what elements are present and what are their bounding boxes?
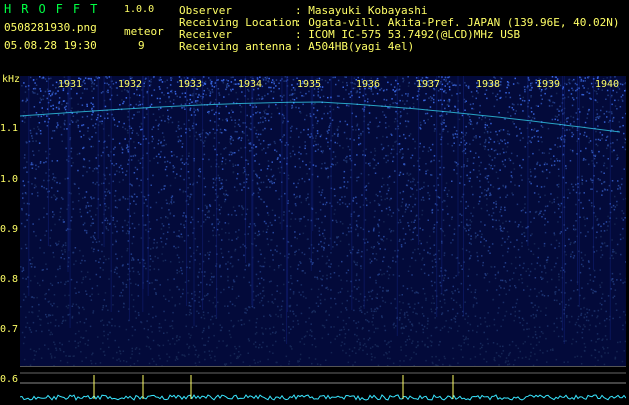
x-tick-1935: 1935: [297, 79, 321, 90]
x-tick-1936: 1936: [356, 79, 380, 90]
x-tick-1940: 1940: [595, 79, 619, 90]
y-tick-1-1: 1.1: [0, 123, 20, 134]
amplitude-strip: [20, 366, 626, 401]
app-version: 1.0.0: [124, 4, 154, 16]
y-tick-0-8: 0.8: [0, 274, 20, 285]
y-tick-0-6: 0.6: [0, 374, 20, 385]
amplitude-trace: [20, 367, 626, 401]
y-axis-unit: kHz: [2, 74, 20, 86]
spectrogram-canvas: [20, 76, 626, 366]
x-tick-1933: 1933: [178, 79, 202, 90]
x-tick-1939: 1939: [536, 79, 560, 90]
filename-label: 0508281930.png: [4, 22, 97, 34]
x-tick-1934: 1934: [238, 79, 262, 90]
y-tick-1-0: 1.0: [0, 174, 20, 185]
x-tick-1931: 1931: [58, 79, 82, 90]
x-tick-1932: 1932: [118, 79, 142, 90]
header-panel: HROFFT 1.0.0 0508281930.png meteor 05.08…: [0, 0, 629, 76]
datetime-label: 05.08.28 19:30: [4, 40, 97, 52]
app-name: HROFFT: [4, 3, 107, 15]
x-tick-1938: 1938: [476, 79, 500, 90]
info-value-antenna: : A504HB(yagi 4el): [295, 41, 414, 53]
spectrogram: [20, 76, 626, 366]
y-tick-0-7: 0.7: [0, 324, 20, 335]
meteor-count: 9: [138, 40, 145, 52]
info-label-antenna: Receiving antenna: [179, 41, 292, 53]
x-tick-1937: 1937: [416, 79, 440, 90]
y-tick-0-9: 0.9: [0, 224, 20, 235]
meteor-label: meteor: [124, 26, 164, 38]
